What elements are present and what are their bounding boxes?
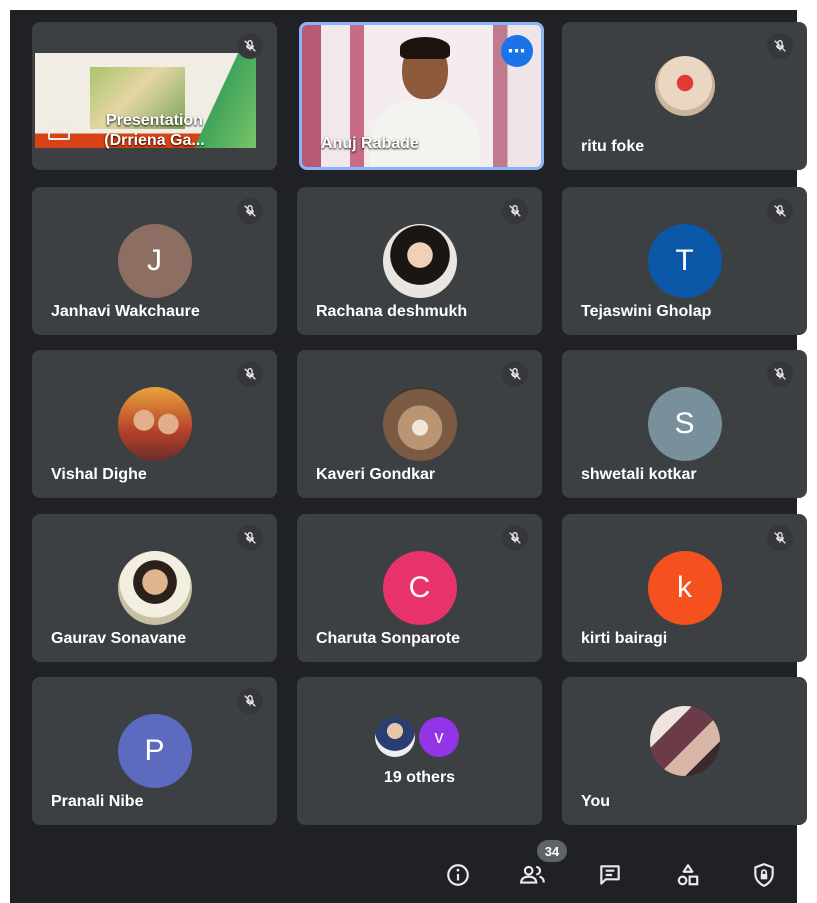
self-tile[interactable]: You bbox=[562, 677, 807, 825]
participant-tile-pranali[interactable]: P Pranali Nibe bbox=[32, 677, 277, 825]
others-avatars: v bbox=[375, 717, 475, 757]
participant-name: Anuj Rabade bbox=[321, 135, 419, 152]
participant-name: You bbox=[581, 793, 611, 810]
participant-name: shwetali kotkar bbox=[581, 466, 697, 483]
more-options-button[interactable]: ⋯ bbox=[501, 35, 533, 67]
mic-off-icon bbox=[237, 525, 263, 551]
participant-name: Charuta Sonparote bbox=[316, 630, 461, 647]
avatar bbox=[117, 387, 192, 461]
participant-tile-charuta[interactable]: C Charuta Sonparote bbox=[297, 514, 542, 662]
participant-tile-kirti[interactable]: k kirti bairagi bbox=[562, 514, 807, 662]
info-button[interactable] bbox=[443, 860, 473, 890]
avatar bbox=[649, 706, 720, 776]
participant-tile-janhavi[interactable]: J Janhavi Wakchaure bbox=[32, 187, 277, 335]
avatar: J bbox=[117, 224, 192, 298]
mic-off-icon bbox=[767, 361, 793, 387]
mic-off-icon bbox=[767, 198, 793, 224]
others-tile[interactable]: v 19 others bbox=[297, 677, 542, 825]
presentation-title: Presentation bbox=[106, 112, 203, 129]
mic-off-icon bbox=[502, 198, 528, 224]
avatar bbox=[382, 387, 457, 461]
others-count-label: 19 others bbox=[383, 769, 456, 786]
people-icon bbox=[520, 865, 545, 884]
avatar bbox=[654, 56, 715, 116]
participant-name: Rachana deshmukh bbox=[316, 303, 468, 320]
host-controls-button[interactable] bbox=[749, 860, 779, 890]
participant-tile-gaurav[interactable]: Gaurav Sonavane bbox=[32, 514, 277, 662]
avatar: v bbox=[419, 717, 459, 757]
avatar: S bbox=[647, 387, 722, 461]
participant-name: kirti bairagi bbox=[581, 630, 668, 647]
participant-tile-tejaswini[interactable]: T Tejaswini Gholap bbox=[562, 187, 807, 335]
avatar: k bbox=[647, 551, 722, 625]
chat-button[interactable] bbox=[595, 860, 625, 890]
chat-icon bbox=[600, 865, 620, 885]
info-icon bbox=[447, 864, 469, 886]
participant-name: Kaveri Gondkar bbox=[316, 466, 436, 483]
participant-tile-vishal[interactable]: Vishal Dighe bbox=[32, 350, 277, 498]
activities-button[interactable] bbox=[673, 860, 703, 890]
avatar: C bbox=[382, 551, 457, 625]
mic-off-icon bbox=[767, 525, 793, 551]
avatar bbox=[117, 551, 192, 625]
participant-name: Gaurav Sonavane bbox=[51, 630, 187, 647]
participant-tile-kaveri[interactable]: Kaveri Gondkar bbox=[297, 350, 542, 498]
mic-off-icon bbox=[502, 361, 528, 387]
mic-off-icon bbox=[237, 688, 263, 714]
meeting-grid: Presentation (Drriena Ga... ⋯ Anuj Rabad… bbox=[10, 10, 807, 903]
participant-tile-ritu[interactable]: ritu foke bbox=[562, 22, 807, 170]
mic-off-icon bbox=[767, 33, 793, 59]
presentation-presenter: (Drriena Ga... bbox=[104, 132, 205, 149]
participant-name: Pranali Nibe bbox=[51, 793, 144, 810]
activities-icon bbox=[677, 864, 699, 886]
people-button[interactable] bbox=[518, 860, 548, 890]
avatar bbox=[375, 717, 415, 757]
mic-off-icon bbox=[237, 33, 263, 59]
people-count-badge: 34 bbox=[537, 840, 567, 862]
participant-name: Vishal Dighe bbox=[51, 466, 147, 483]
mic-off-icon bbox=[237, 361, 263, 387]
mic-off-icon bbox=[502, 525, 528, 551]
avatar bbox=[382, 224, 457, 298]
participant-name: ritu foke bbox=[581, 138, 645, 155]
participant-tile-shwetali[interactable]: S shwetali kotkar bbox=[562, 350, 807, 498]
participant-name: Tejaswini Gholap bbox=[581, 303, 712, 320]
avatar: P bbox=[117, 714, 192, 788]
participant-name: Janhavi Wakchaure bbox=[51, 303, 200, 320]
participant-tile-anuj[interactable]: ⋯ Anuj Rabade bbox=[299, 22, 544, 170]
avatar: T bbox=[647, 224, 722, 298]
presentation-tile[interactable]: Presentation (Drriena Ga... bbox=[32, 22, 277, 170]
participant-tile-rachana[interactable]: Rachana deshmukh bbox=[297, 187, 542, 335]
mic-off-icon bbox=[237, 198, 263, 224]
host-controls-icon bbox=[754, 863, 774, 887]
